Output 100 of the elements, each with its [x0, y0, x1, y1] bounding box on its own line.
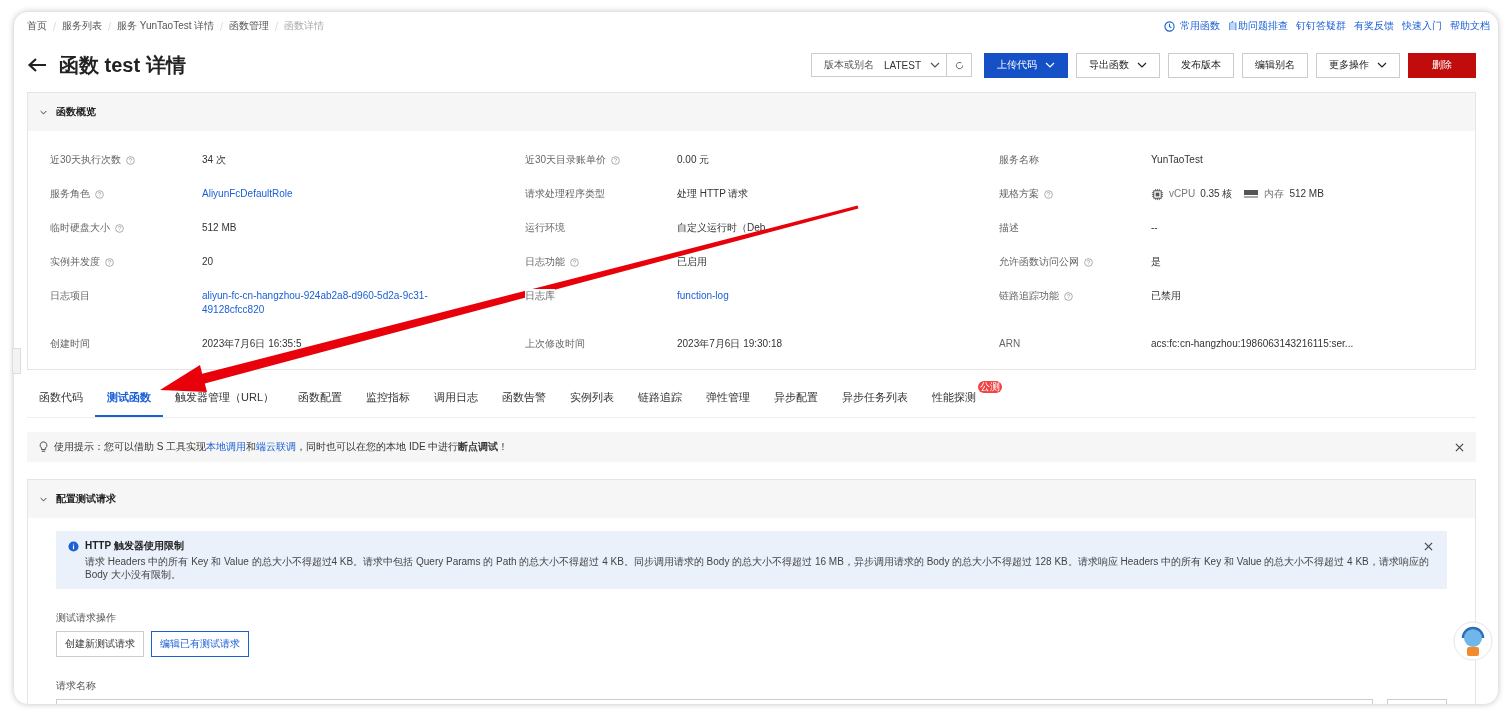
tab[interactable]: 调用日志: [422, 380, 490, 417]
breadcrumb-link[interactable]: 函数管理: [229, 19, 270, 33]
chevron-icon: [1377, 62, 1387, 68]
header-link[interactable]: 常用函数: [1180, 19, 1220, 33]
help-icon[interactable]: [1044, 190, 1053, 199]
help-icon[interactable]: [126, 156, 136, 165]
memory-icon: [1243, 189, 1260, 199]
field-label: 实例并发度: [50, 255, 100, 269]
value-link[interactable]: function-log: [677, 289, 922, 303]
value-link[interactable]: aliyun-fc-cn-hangzhou-924ab2a8-d960-5d2a-9c31-49128cfcc820: [202, 289, 447, 317]
panel-header[interactable]: 配置测试请求: [28, 480, 1475, 518]
header-link[interactable]: 有奖反馈: [1354, 19, 1394, 33]
close-icon[interactable]: [1424, 541, 1433, 551]
field-label: 请求名称: [56, 679, 97, 693]
action-button[interactable]: 更多操作: [1316, 52, 1400, 78]
field-value: 已禁用: [1151, 290, 1181, 301]
tip-link[interactable]: 本地调用: [206, 441, 247, 452]
field-label: 近30天执行次数: [50, 153, 122, 167]
spec-value: 512 MB: [1289, 187, 1324, 201]
version-select[interactable]: 版本或别名 LATEST: [811, 53, 947, 77]
tab[interactable]: 实例列表: [558, 380, 626, 417]
tab[interactable]: 函数配置: [286, 380, 354, 417]
header-link[interactable]: 自助问题排查: [1228, 19, 1288, 33]
test-request-button[interactable]: 创建新测试请求: [56, 631, 144, 657]
spec-label: 内存: [1264, 187, 1285, 201]
field-value: 2023年7月6日 19:30:18: [677, 338, 783, 349]
value-link[interactable]: AliyunFcDefaultRole: [202, 187, 447, 201]
page-title: 函数 test 详情: [59, 52, 186, 78]
chevron-icon: [1137, 62, 1147, 68]
side-handle[interactable]: [12, 348, 21, 374]
tab[interactable]: 异步任务列表: [830, 380, 920, 417]
action-button[interactable]: 发布版本: [1168, 52, 1234, 78]
spec-label: vCPU: [1169, 187, 1196, 201]
tab[interactable]: 监控指标: [354, 380, 422, 417]
breadcrumb-link[interactable]: 首页: [27, 19, 47, 33]
help-icon[interactable]: [1064, 292, 1073, 301]
header-link[interactable]: 帮助文档: [1450, 19, 1490, 33]
field-value: 512 MB: [202, 222, 237, 233]
field-value: --: [1151, 222, 1158, 233]
help-icon[interactable]: [611, 156, 621, 165]
help-icon[interactable]: [570, 258, 579, 267]
field-label: 服务角色: [50, 187, 90, 201]
field-value: 是: [1151, 256, 1161, 267]
tab[interactable]: 函数告警: [490, 380, 558, 417]
field-label: 创建时间: [50, 337, 90, 351]
tip-text: 和: [246, 441, 257, 452]
action-button[interactable]: 上传代码: [984, 52, 1068, 78]
field-label: 规格方案: [999, 187, 1039, 201]
breadcrumb-link[interactable]: 服务列表: [62, 19, 102, 33]
field-value: YunTaoTest: [1151, 154, 1203, 165]
lightbulb-icon: [39, 441, 48, 453]
tab[interactable]: 触发器管理（URL）: [163, 380, 286, 417]
action-button[interactable]: 导出函数: [1076, 52, 1160, 78]
refresh-icon: [954, 60, 964, 70]
panel-title: 配置测试请求: [56, 492, 116, 506]
tab[interactable]: 异步配置: [762, 380, 830, 417]
action-button[interactable]: 删除: [1408, 52, 1476, 78]
field-value: 已启用: [677, 256, 707, 267]
test-request-button[interactable]: 编辑已有测试请求: [151, 631, 249, 657]
field-label: 临时硬盘大小: [50, 221, 110, 235]
tab[interactable]: 测试函数: [95, 380, 163, 417]
help-icon[interactable]: [1084, 258, 1093, 267]
tab[interactable]: 弹性管理: [694, 380, 762, 417]
field-label: 运行环境: [525, 221, 565, 235]
field-value: 20: [202, 256, 214, 267]
field-label: 服务名称: [999, 153, 1039, 167]
field-value: 0.00 元: [677, 154, 710, 165]
panel-header[interactable]: 函数概览: [28, 93, 1475, 131]
close-icon[interactable]: [1455, 442, 1464, 452]
tab[interactable]: 函数代码: [27, 380, 95, 417]
chevron-icon: [1045, 62, 1055, 68]
cpu-chip-icon: [1151, 187, 1164, 201]
field-label: 日志库: [525, 289, 555, 303]
tab[interactable]: 链路追踪: [626, 380, 694, 417]
tab[interactable]: 性能探测 公测: [920, 380, 1002, 417]
help-icon[interactable]: [95, 190, 104, 199]
field-value: 2023年7月6日 16:35:5: [202, 338, 302, 349]
field-label: 日志项目: [50, 289, 90, 303]
breadcrumb-link[interactable]: 服务 YunTaoTest 详情: [117, 19, 215, 33]
action-button[interactable]: 编辑别名: [1242, 52, 1308, 78]
field-label: 上次修改时间: [525, 337, 585, 351]
field-value: 自定义运行时（Deb: [677, 222, 766, 233]
spec-value: 0.35 核: [1200, 187, 1233, 201]
tip-link[interactable]: 端云联调: [256, 441, 297, 452]
field-label: 测试请求操作: [56, 611, 117, 625]
field-label: 链路追踪功能: [999, 289, 1059, 303]
header-link[interactable]: 快速入门: [1402, 19, 1442, 33]
panel-title: 函数概览: [56, 105, 96, 119]
tip-text: 使用提示：您可以借助 S 工具实现: [54, 441, 207, 452]
help-icon[interactable]: [115, 224, 124, 233]
field-label: 请求处理程序类型: [525, 187, 605, 201]
field-label: 日志功能: [525, 255, 565, 269]
help-icon[interactable]: [105, 258, 114, 267]
back-arrow-icon[interactable]: [27, 57, 47, 73]
tip-text: ，同时也可以在您的本地 IDE 中进行断点调试！: [296, 441, 509, 452]
header-link[interactable]: 钉钉答疑群: [1296, 19, 1346, 33]
refresh-button[interactable]: [947, 53, 972, 77]
support-avatar-icon[interactable]: [1453, 621, 1493, 661]
field-value: 处理 HTTP 请求: [677, 188, 749, 199]
notice-title: HTTP 触发器使用限制: [85, 539, 184, 553]
